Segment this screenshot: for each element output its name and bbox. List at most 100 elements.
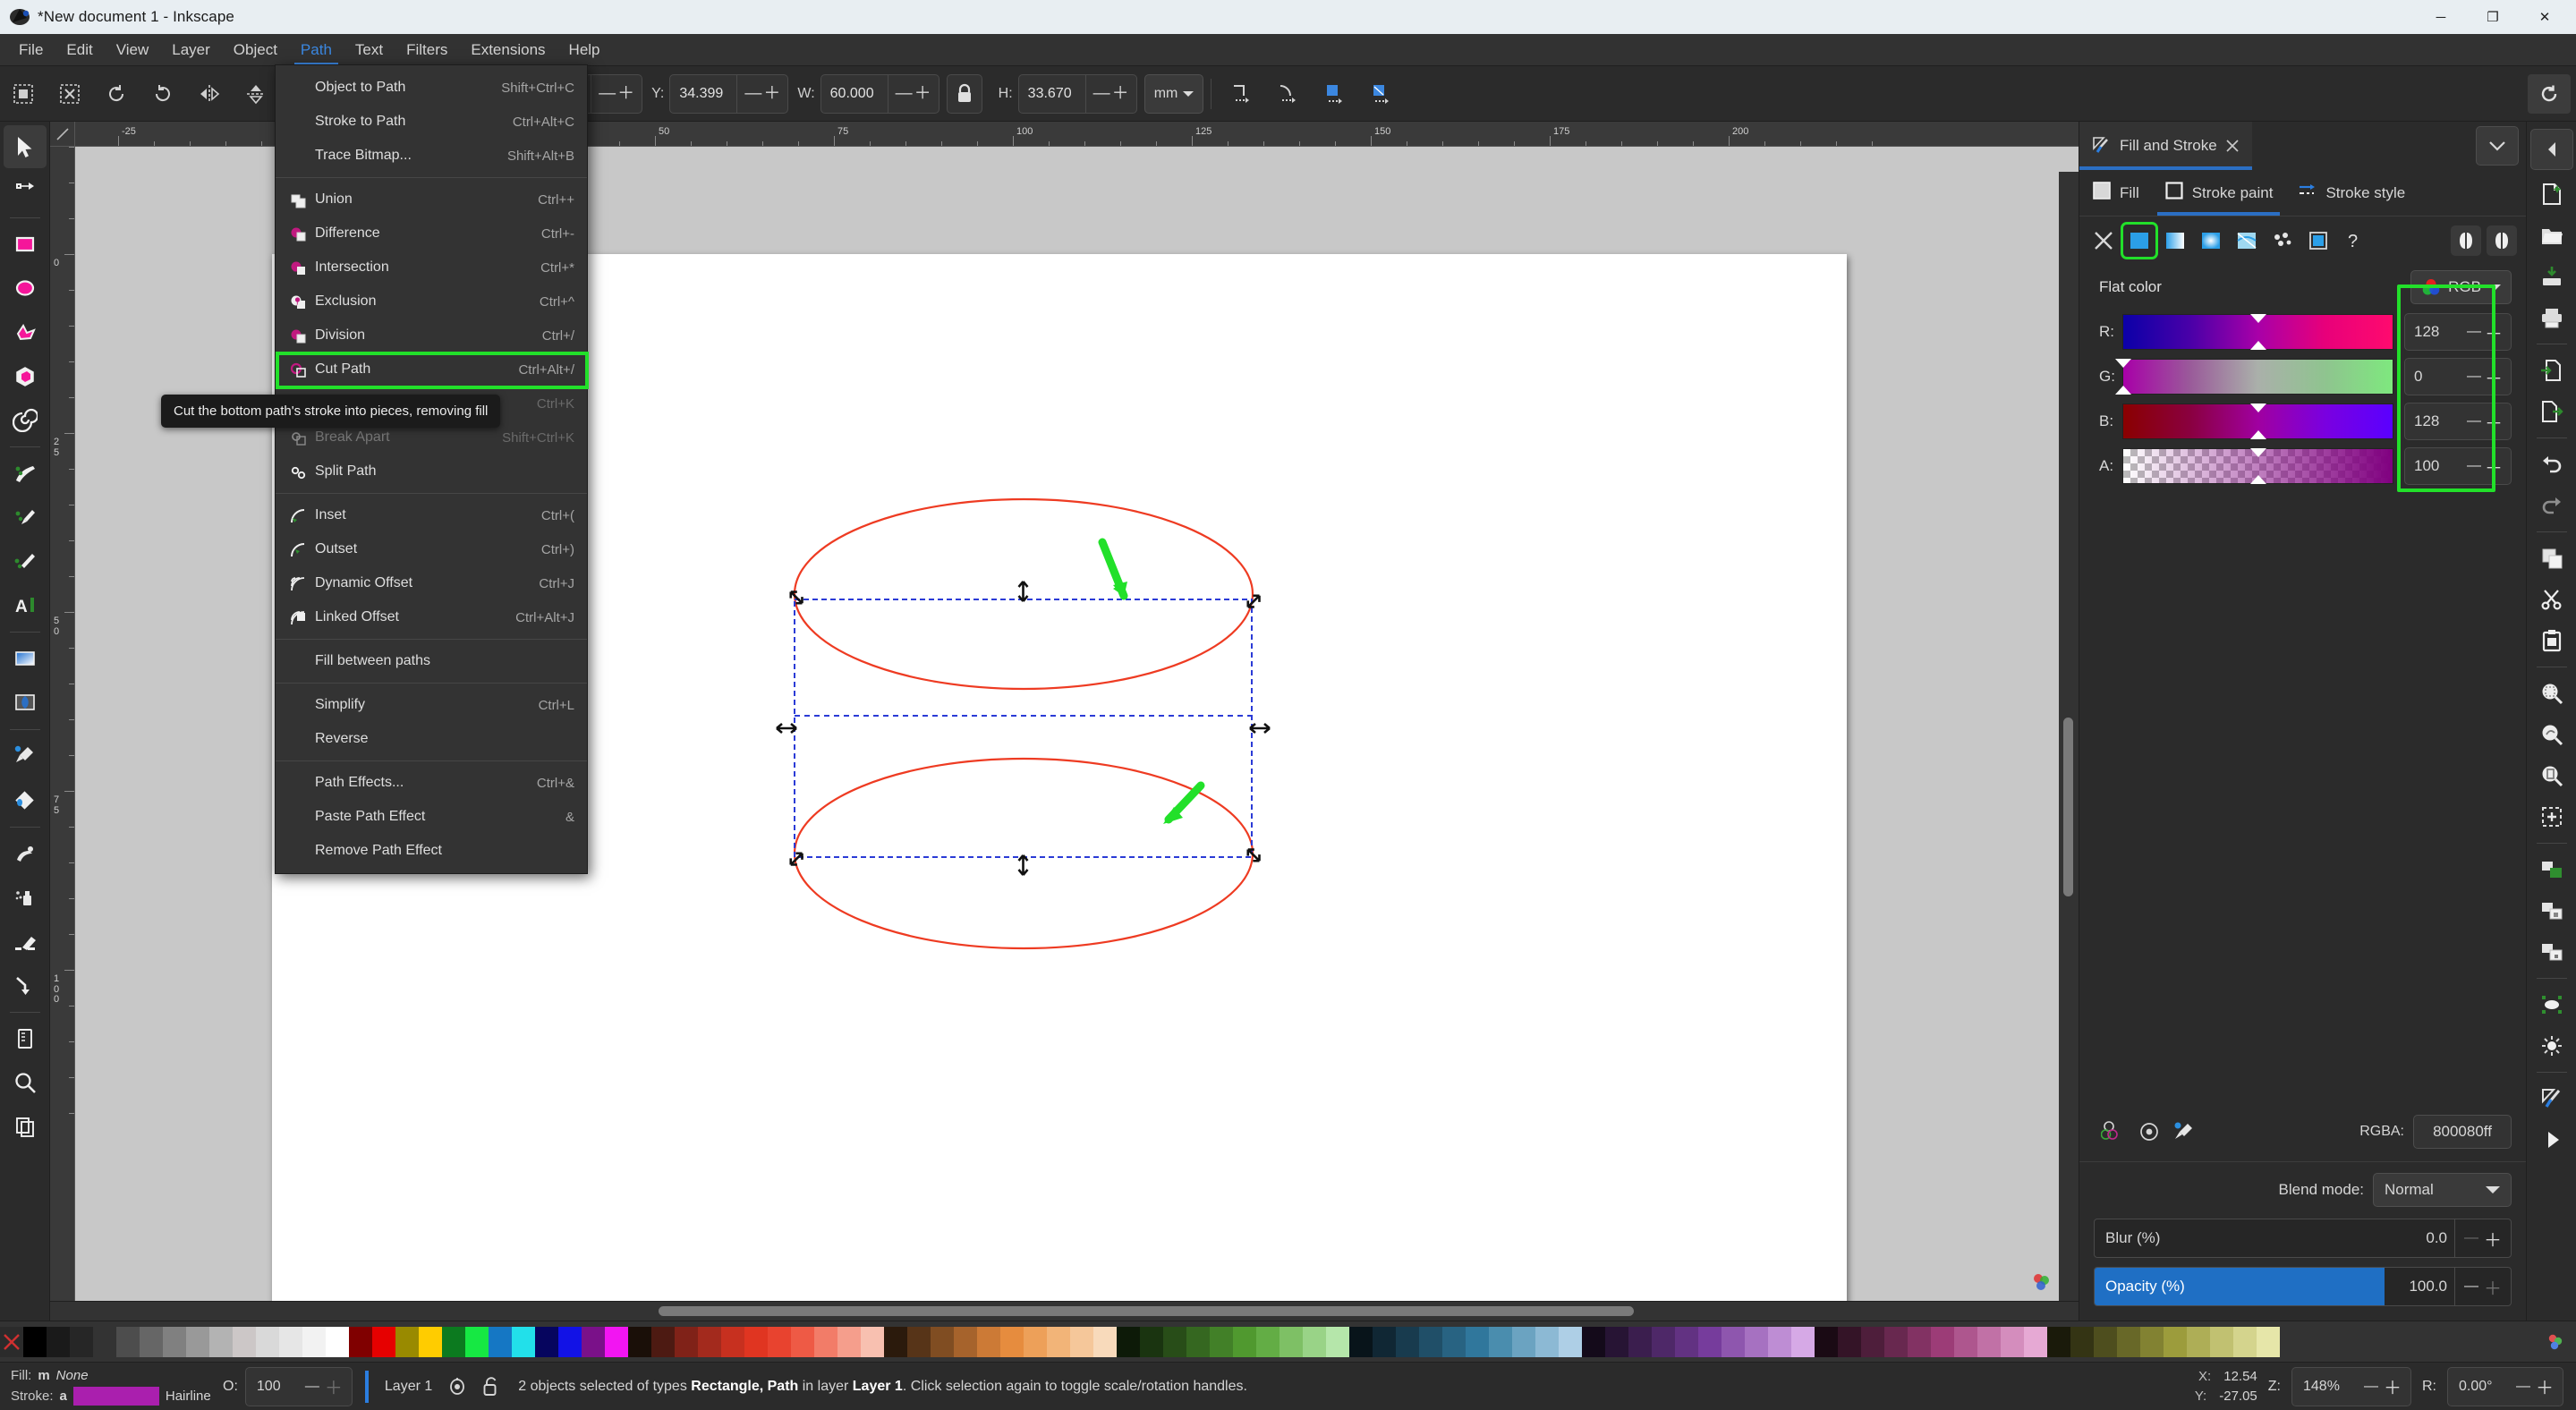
rectangle-tool[interactable] bbox=[4, 223, 47, 266]
swatch-button[interactable] bbox=[2303, 225, 2334, 256]
w-spinbox[interactable]: 60.000 — ＋ bbox=[820, 73, 939, 114]
palette-swatch[interactable] bbox=[1117, 1326, 1140, 1357]
channel-slider-0[interactable] bbox=[2122, 314, 2393, 350]
blur-stepper[interactable]: — ＋ bbox=[2454, 1219, 2511, 1257]
rotate-ccw-icon[interactable] bbox=[95, 74, 138, 114]
horizontal-scroll-thumb[interactable] bbox=[659, 1306, 1634, 1316]
pencil-tool[interactable] bbox=[4, 452, 47, 495]
channel-minus[interactable]: — bbox=[2467, 413, 2481, 429]
opacity-stepper[interactable]: — ＋ bbox=[2454, 1268, 2511, 1305]
palette-swatch[interactable] bbox=[140, 1326, 163, 1357]
blur-plus[interactable]: ＋ bbox=[2484, 1226, 2502, 1252]
transform-pattern-icon[interactable] bbox=[1360, 74, 1403, 114]
eyedropper-icon[interactable] bbox=[2172, 1121, 2196, 1142]
channel-slider-2[interactable] bbox=[2122, 403, 2393, 439]
measure-tool[interactable] bbox=[4, 1105, 47, 1148]
slider-handle-top[interactable] bbox=[2249, 448, 2266, 457]
palette-swatch[interactable] bbox=[1093, 1326, 1117, 1357]
palette-options-button[interactable] bbox=[2535, 1332, 2576, 1352]
channel-value-3[interactable]: 100 bbox=[2405, 457, 2467, 475]
menu-text[interactable]: Text bbox=[344, 34, 395, 65]
fill-indicator[interactable]: Fill: m None bbox=[11, 1366, 219, 1387]
palette-none-swatch[interactable] bbox=[0, 1326, 23, 1357]
channel-slider-3[interactable] bbox=[2122, 448, 2393, 484]
palette-swatch[interactable] bbox=[675, 1326, 698, 1357]
palette-swatch[interactable] bbox=[1303, 1326, 1326, 1357]
menu-item-inset[interactable]: Inset Ctrl+( bbox=[276, 498, 587, 532]
palette-swatch[interactable] bbox=[2210, 1326, 2233, 1357]
palette-swatch[interactable] bbox=[233, 1326, 256, 1357]
palette-swatch[interactable] bbox=[1698, 1326, 1722, 1357]
menu-item-split-path[interactable]: Split Path bbox=[276, 454, 587, 488]
export-button[interactable] bbox=[2530, 391, 2573, 432]
palette-swatch[interactable] bbox=[1396, 1326, 1419, 1357]
canvas-rotate-indicator[interactable] bbox=[2030, 1270, 2053, 1294]
palette-swatch[interactable] bbox=[279, 1326, 302, 1357]
new-document-button[interactable] bbox=[2530, 174, 2573, 215]
palette-swatch[interactable] bbox=[651, 1326, 675, 1357]
eraser-tool[interactable] bbox=[4, 920, 47, 963]
palette-swatch[interactable] bbox=[419, 1326, 442, 1357]
zoom-spinbox[interactable]: 148% — ＋ bbox=[2291, 1366, 2411, 1406]
palette-swatch[interactable] bbox=[954, 1326, 977, 1357]
channel-value-2[interactable]: 128 bbox=[2405, 412, 2467, 430]
opacity-status-spinbox[interactable]: 100 — ＋ bbox=[244, 1366, 353, 1406]
vertical-ruler[interactable]: 5 02 502 55 07 51 0 0 bbox=[50, 147, 75, 1301]
menu-object[interactable]: Object bbox=[222, 34, 289, 65]
slider-handle-top[interactable] bbox=[2249, 314, 2266, 323]
y-stepper[interactable]: — ＋ bbox=[736, 74, 787, 113]
palette-swatch[interactable] bbox=[2047, 1326, 2070, 1357]
palette-swatch[interactable] bbox=[302, 1326, 326, 1357]
save-document-button[interactable] bbox=[2530, 256, 2573, 297]
unlock-icon[interactable] bbox=[482, 1376, 500, 1397]
slider-handle-bottom[interactable] bbox=[2115, 386, 2131, 395]
open-document-button[interactable] bbox=[2530, 215, 2573, 256]
palette-swatch[interactable] bbox=[2117, 1326, 2140, 1357]
spray-tool[interactable] bbox=[4, 876, 47, 919]
redo-button[interactable] bbox=[2530, 485, 2573, 526]
palette-swatch[interactable] bbox=[209, 1326, 233, 1357]
menu-item-difference[interactable]: Difference Ctrl+- bbox=[276, 217, 587, 251]
blur-minus[interactable]: — bbox=[2464, 1230, 2478, 1246]
palette-swatch[interactable] bbox=[23, 1326, 47, 1357]
print-button[interactable] bbox=[2530, 297, 2573, 338]
palette-swatch[interactable] bbox=[2001, 1326, 2024, 1357]
palette-swatch[interactable] bbox=[1815, 1326, 1838, 1357]
x-minus[interactable]: — bbox=[599, 85, 616, 102]
palette-swatch[interactable] bbox=[1652, 1326, 1675, 1357]
channel-plus[interactable]: ＋ bbox=[2485, 409, 2503, 435]
connector-tool[interactable] bbox=[4, 964, 47, 1007]
pen-tool[interactable] bbox=[4, 496, 47, 539]
pattern-button[interactable] bbox=[2267, 225, 2298, 256]
radial-gradient-button[interactable] bbox=[2196, 225, 2226, 256]
undo-button[interactable] bbox=[2530, 444, 2573, 485]
flip-horizontal-icon[interactable] bbox=[188, 74, 231, 114]
palette-swatch[interactable] bbox=[698, 1326, 721, 1357]
flip-vertical-paint-button[interactable] bbox=[2487, 225, 2517, 256]
rgba-input[interactable]: 800080ff bbox=[2413, 1115, 2512, 1149]
opacity-minus[interactable]: — bbox=[2464, 1278, 2478, 1295]
palette-swatch[interactable] bbox=[1047, 1326, 1070, 1357]
menu-help[interactable]: Help bbox=[557, 34, 612, 65]
menu-item-linked-offset[interactable]: Linked Offset Ctrl+Alt+J bbox=[276, 600, 587, 634]
menu-item-dynamic-offset[interactable]: Dynamic Offset Ctrl+J bbox=[276, 566, 587, 600]
palette-swatch[interactable] bbox=[1373, 1326, 1396, 1357]
color-mode-selector[interactable]: RGB bbox=[2410, 270, 2512, 304]
select-all-icon[interactable] bbox=[2, 74, 45, 114]
palette-swatch[interactable] bbox=[489, 1326, 512, 1357]
h-stepper[interactable]: — ＋ bbox=[1084, 74, 1136, 113]
w-stepper[interactable]: — ＋ bbox=[887, 74, 939, 113]
channel-stepper-2[interactable]: — ＋ bbox=[2467, 409, 2511, 435]
paste-button[interactable] bbox=[2530, 620, 2573, 661]
channel-spinbox-0[interactable]: 128— ＋ bbox=[2404, 313, 2512, 351]
palette-swatch[interactable] bbox=[116, 1326, 140, 1357]
horizontal-scrollbar[interactable] bbox=[50, 1301, 2079, 1321]
calligraphy-tool[interactable] bbox=[4, 539, 47, 582]
zoom-value[interactable]: 148% bbox=[2303, 1379, 2359, 1395]
vertical-scroll-thumb[interactable] bbox=[2063, 718, 2073, 896]
palette-swatch[interactable] bbox=[628, 1326, 651, 1357]
palette-swatch[interactable] bbox=[814, 1326, 837, 1357]
w-plus[interactable]: ＋ bbox=[914, 85, 931, 102]
y-plus[interactable]: ＋ bbox=[763, 85, 780, 102]
menu-item-object-to-path[interactable]: Object to Path Shift+Ctrl+C bbox=[276, 71, 587, 105]
